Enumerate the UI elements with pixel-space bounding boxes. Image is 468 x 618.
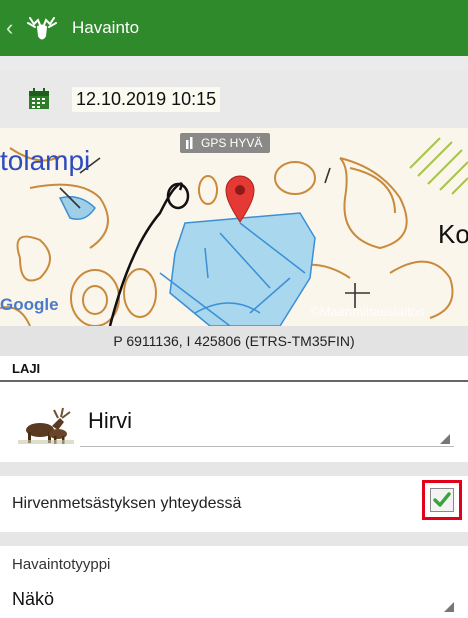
dropdown-arrow-icon bbox=[440, 434, 450, 444]
divider bbox=[0, 462, 468, 476]
dropdown-arrow-icon bbox=[444, 602, 454, 612]
species-section-header: LAJI bbox=[0, 356, 468, 382]
divider bbox=[0, 532, 468, 546]
species-underline bbox=[80, 446, 454, 447]
coordinates-text: P 6911136, I 425806 (ETRS-TM35FIN) bbox=[113, 333, 355, 349]
map-label-place: Ko bbox=[438, 219, 468, 249]
gps-status-label: GPS HYVÄ bbox=[201, 136, 263, 150]
calendar-icon bbox=[29, 88, 49, 109]
google-logo: Google bbox=[0, 295, 59, 314]
gps-status-badge: GPS HYVÄ bbox=[180, 133, 271, 153]
date-row[interactable]: 12.10.2019 10:15 bbox=[0, 70, 468, 128]
observation-type-label: Havaintotyyppi bbox=[12, 556, 111, 573]
page-title: Havainto bbox=[72, 18, 140, 37]
section-title: LAJI bbox=[12, 360, 41, 376]
signal-bars-icon bbox=[186, 137, 193, 149]
checkbox-highlight bbox=[422, 480, 462, 520]
map-attribution: ©Maanmittauslaitos bbox=[310, 304, 425, 319]
coordinates-bar: P 6911136, I 425806 (ETRS-TM35FIN) bbox=[0, 326, 468, 356]
date-time-value: 12.10.2019 10:15 bbox=[72, 86, 221, 112]
location-pin-icon[interactable] bbox=[225, 175, 255, 223]
hunting-context-row[interactable]: Hirvenmetsästyksen yhteydessä bbox=[0, 476, 468, 532]
map-label-lake: tolampi bbox=[0, 145, 90, 176]
hunting-context-label: Hirvenmetsästyksen yhteydessä bbox=[12, 495, 242, 512]
app-bar: ‹ Havainto bbox=[0, 0, 468, 56]
species-value: Hirvi bbox=[88, 408, 132, 433]
hunting-context-checkbox[interactable] bbox=[430, 488, 454, 512]
observation-type-select[interactable]: Havaintotyyppi Näkö bbox=[0, 546, 468, 618]
observation-type-value: Näkö bbox=[12, 589, 55, 609]
map-view[interactable]: tolampi Ko Google ©Maanmittauslaitos GPS… bbox=[0, 128, 468, 326]
checkmark-icon bbox=[433, 492, 451, 507]
chevron-left-icon[interactable]: ‹ bbox=[6, 0, 22, 56]
moose-icon bbox=[18, 407, 74, 444]
header-divider bbox=[0, 56, 468, 70]
moose-logo-icon[interactable] bbox=[24, 10, 60, 46]
species-select[interactable]: Hirvi bbox=[0, 384, 468, 462]
